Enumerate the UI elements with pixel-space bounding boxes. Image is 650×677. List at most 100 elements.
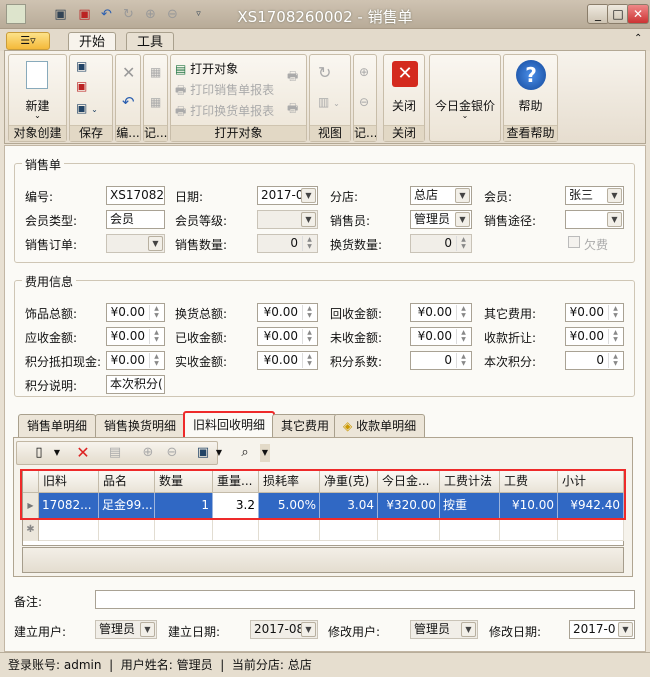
new-row-cell[interactable] (213, 519, 259, 541)
column-header[interactable]: 净重(克) (320, 471, 378, 493)
spinner-icon[interactable]: ▲ ▼ (456, 353, 470, 368)
amount-field[interactable]: ¥0.00 ▲ ▼ (257, 351, 318, 370)
spinner-icon[interactable]: ▲ ▼ (456, 329, 470, 344)
field-label: 应收金额: (25, 331, 78, 345)
amount-field[interactable]: ¥0.00 ▲ ▼ (410, 303, 472, 322)
tab-other-fees[interactable]: 其它费用 (272, 414, 339, 438)
amount-field[interactable]: ¥0.00 ▲ ▼ (106, 351, 165, 370)
tab-exchange-detail[interactable]: 销售换货明细 (95, 414, 186, 438)
group-view: ↻ ▥ ⌄ 视图 (309, 54, 351, 142)
field-label: 其它费用: (484, 307, 537, 321)
amount-field[interactable]: ¥0.00 ▲ ▼ (257, 327, 318, 346)
new-row-cell[interactable] (259, 519, 320, 541)
title-bar: ▣ ▣ ↶ ↻ ⊕ ⊖ ▿ XS1708260002 - 销售单 _ □ ✕ (0, 0, 650, 29)
app-menu-button[interactable]: ☰▿ (6, 32, 50, 50)
open-object-button[interactable]: ▤ 打开对象 (175, 60, 238, 77)
column-header[interactable]: 今日金... (378, 471, 440, 493)
amount-field[interactable]: ¥0.00 ▲ ▼ (565, 303, 624, 322)
chevron-down-icon[interactable]: ▼ (210, 444, 228, 462)
new-row-cell[interactable] (320, 519, 378, 541)
new-row-icon[interactable]: ▯ (30, 444, 48, 462)
creator-label: 建立用户: (14, 625, 67, 639)
minimize-button[interactable]: _ (587, 4, 609, 24)
column-header[interactable]: 旧料 (39, 471, 99, 493)
table-cell[interactable]: 17082... (39, 493, 99, 519)
column-header[interactable]: 工费 (500, 471, 558, 493)
date-picker[interactable]: 2017-0 ▼ (257, 186, 318, 205)
spinner-icon[interactable]: ▲ ▼ (302, 353, 316, 368)
remark-input[interactable] (95, 590, 635, 609)
number-field[interactable]: XS170826 (106, 186, 165, 205)
toolbar-overflow-icon[interactable]: ▼ (260, 444, 270, 462)
modified-date-picker[interactable]: 2017-0 ▼ (569, 620, 635, 639)
table-cell[interactable]: 3.04 (320, 493, 378, 519)
field-label: 换货总额: (175, 307, 228, 321)
close-window-button[interactable]: ✕ (627, 4, 649, 24)
column-header[interactable]: 工费计法 (440, 471, 500, 493)
new-row-cell[interactable] (155, 519, 213, 541)
table-cell[interactable]: 3.2 (213, 493, 259, 519)
amount-field[interactable]: ¥0.00 ▲ ▼ (106, 303, 165, 322)
spinner-icon[interactable]: ▲ ▼ (149, 305, 163, 320)
tab-sales-detail[interactable]: 销售单明细 (18, 414, 97, 438)
amount-field[interactable]: 0 ▲ ▼ (565, 351, 624, 370)
spinner-icon[interactable]: ▲ ▼ (302, 329, 316, 344)
sales-channel-select[interactable]: ▼ (565, 210, 624, 229)
row-indicator-icon[interactable]: ▶ (23, 493, 39, 519)
spinner-icon[interactable]: ▲ ▼ (608, 329, 622, 344)
printer-icon: 🖶 (287, 101, 299, 115)
sales-group-title: 销售单 (22, 156, 65, 173)
spinner-icon[interactable]: ▲ ▼ (456, 305, 470, 320)
amount-field[interactable]: ¥0.00 ▲ ▼ (106, 327, 165, 346)
new-row-cell[interactable] (440, 519, 500, 541)
column-header[interactable]: 小计 (558, 471, 624, 493)
table-cell[interactable]: 足金99... (99, 493, 155, 519)
column-header[interactable]: 损耗率 (259, 471, 320, 493)
save-icon[interactable]: ▣ (76, 59, 87, 73)
column-header[interactable]: 品名 (99, 471, 155, 493)
column-header[interactable]: 数量 (155, 471, 213, 493)
table-cell[interactable]: ¥10.00 (500, 493, 558, 519)
amount-field[interactable]: ¥0.00 ▲ ▼ (410, 327, 472, 346)
delete-icon[interactable]: ✕ (122, 63, 135, 82)
tab-tools[interactable]: 工具 (126, 32, 175, 52)
branch-select[interactable]: 总店 ▼ (410, 186, 472, 205)
save-new-icon[interactable]: ▣ ⌄ (76, 101, 98, 115)
search-icon[interactable]: ⌕ (236, 444, 254, 462)
amount-field[interactable]: 0 ▲ ▼ (410, 351, 472, 370)
spinner-icon[interactable]: ▲ ▼ (608, 305, 622, 320)
undo-icon[interactable]: ↶ (122, 93, 135, 111)
field-label: 积分抵扣现金: (25, 355, 102, 369)
new-row-cell[interactable] (558, 519, 624, 541)
amount-field[interactable]: ¥0.00 ▲ ▼ (565, 327, 624, 346)
table-cell[interactable]: ¥320.00 (378, 493, 440, 519)
maximize-button[interactable]: □ (607, 4, 629, 24)
spinner-icon[interactable]: ▲ ▼ (302, 305, 316, 320)
new-row-cell[interactable] (99, 519, 155, 541)
column-header[interactable]: 重量... (213, 471, 259, 493)
save-close-icon[interactable]: ▣ (76, 79, 87, 93)
help-button[interactable]: 帮助 (504, 97, 557, 114)
tab-old-material-recycle[interactable]: 旧料回收明细 (183, 411, 276, 440)
new-row-cell[interactable] (39, 519, 99, 541)
table-cell[interactable]: 5.00% (259, 493, 320, 519)
table-cell[interactable]: 1 (155, 493, 213, 519)
new-row-cell[interactable] (378, 519, 440, 541)
new-row-cell[interactable] (500, 519, 558, 541)
close-button[interactable]: 关闭 (384, 97, 424, 114)
tab-start[interactable]: 开始 (68, 32, 117, 52)
collapse-ribbon-icon[interactable]: ⌃ (634, 33, 642, 44)
points-note-field[interactable]: 本次积分( (106, 375, 165, 394)
chevron-down-icon[interactable]: ▼ (48, 444, 66, 462)
table-cell[interactable]: 按重 (440, 493, 500, 519)
member-select[interactable]: 张三 ▼ (565, 186, 624, 205)
salesperson-select[interactable]: 管理员 ▼ (410, 210, 472, 229)
new-row-icon[interactable]: ✱ (23, 519, 39, 541)
tab-payment-detail[interactable]: ◈ 收款单明细 (334, 414, 426, 438)
spinner-icon[interactable]: ▲ ▼ (149, 353, 163, 368)
delete-row-icon[interactable]: ✕ (74, 444, 92, 462)
spinner-icon[interactable]: ▲ ▼ (149, 329, 163, 344)
amount-field[interactable]: ¥0.00 ▲ ▼ (257, 303, 318, 322)
table-cell[interactable]: ¥942.40 (558, 493, 624, 519)
spinner-icon[interactable]: ▲ ▼ (608, 353, 622, 368)
